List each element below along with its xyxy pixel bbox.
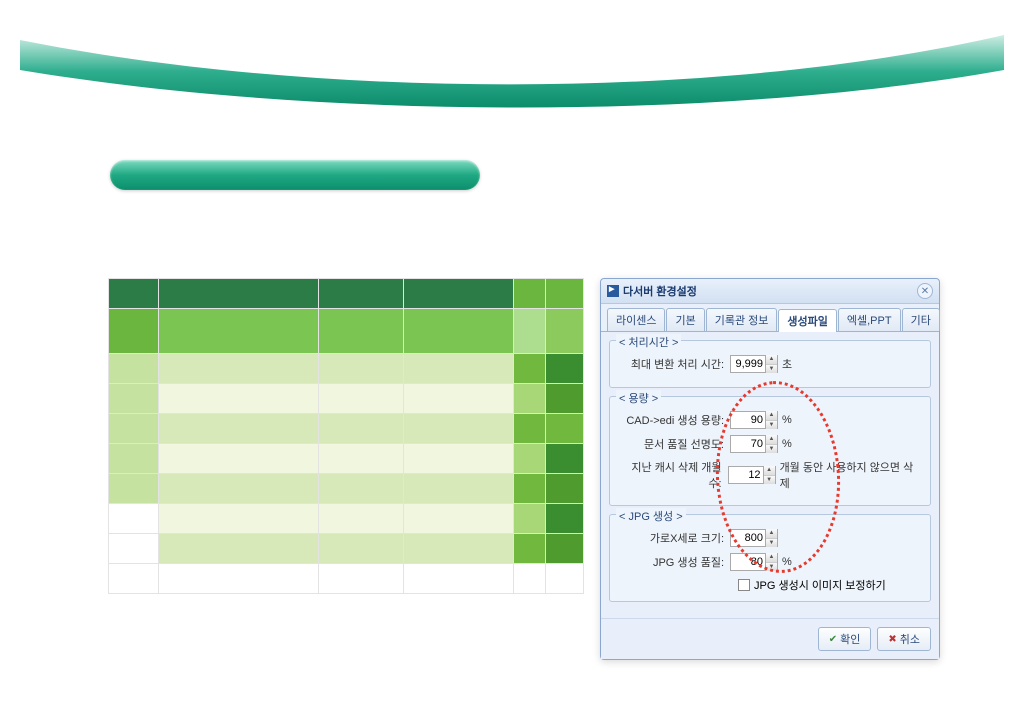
input-jpg-size[interactable]	[731, 532, 765, 544]
label-cad: CAD->edi 생성 용량:	[620, 412, 730, 428]
label-cache-months: 지난 캐시 삭제 개월수:	[620, 459, 728, 491]
tab-license[interactable]: 라이센스	[607, 308, 665, 331]
spinner-doc-quality[interactable]: ▲▼	[730, 435, 778, 453]
unit-percent: %	[782, 438, 792, 450]
spinner-cad[interactable]: ▲▼	[730, 411, 778, 429]
unit-seconds: 초	[782, 356, 792, 372]
ok-button-label: 확인	[840, 631, 860, 647]
label-jpg-size: 가로X세로 크기:	[620, 530, 730, 546]
legend-capacity: < 용량 >	[616, 390, 661, 406]
cancel-button[interactable]: ✖ 취소	[877, 627, 931, 651]
dialog-footer: ✔ 확인 ✖ 취소	[601, 618, 939, 659]
tab-other[interactable]: 기타	[902, 308, 940, 331]
header-swoosh	[20, 30, 1004, 110]
spin-up-icon[interactable]: ▲	[766, 553, 777, 563]
close-button[interactable]: ✕	[917, 283, 933, 299]
check-icon: ✔	[829, 634, 837, 645]
spinner-jpg-size[interactable]: ▲▼	[730, 529, 778, 547]
fieldset-processing-time: < 처리시간 > 최대 변환 처리 시간: ▲ ▼ 초	[609, 340, 931, 388]
dialog-titlebar: 다서버 환경설정 ✕	[601, 279, 939, 304]
fieldset-capacity: < 용량 > CAD->edi 생성 용량: ▲▼ % 문서 품질 선명도: ▲…	[609, 396, 931, 506]
dialog-body: < 처리시간 > 최대 변환 처리 시간: ▲ ▼ 초 < 용량 > CAD->…	[601, 332, 939, 618]
spin-up-icon[interactable]: ▲	[766, 435, 777, 445]
cancel-button-label: 취소	[900, 631, 920, 647]
legend-processing: < 처리시간 >	[616, 334, 681, 350]
spinner-jpg-quality[interactable]: ▲▼	[730, 553, 778, 571]
spin-down-icon[interactable]: ▼	[766, 539, 777, 548]
dialog-title-text: 다서버 환경설정	[623, 283, 697, 299]
label-doc-quality: 문서 품질 선명도:	[620, 436, 730, 452]
unit-percent: %	[782, 414, 792, 426]
input-max-convert[interactable]	[731, 358, 765, 370]
spin-up-icon[interactable]: ▲	[766, 411, 777, 421]
spinner-max-convert[interactable]: ▲ ▼	[730, 355, 778, 373]
input-cad[interactable]	[731, 414, 765, 426]
checkbox-jpg-correction[interactable]	[738, 579, 750, 591]
fieldset-jpg: < JPG 생성 > 가로X세로 크기: ▲▼ JPG 생성 품질: ▲▼ % …	[609, 514, 931, 602]
tab-archive-info[interactable]: 기록관 정보	[706, 308, 778, 331]
label-max-convert: 최대 변환 처리 시간:	[620, 356, 730, 372]
spin-down-icon[interactable]: ▼	[766, 365, 777, 374]
spin-down-icon[interactable]: ▼	[766, 445, 777, 454]
unit-percent: %	[782, 556, 792, 568]
label-jpg-quality: JPG 생성 품질:	[620, 554, 730, 570]
checkbox-label-jpg-correction: JPG 생성시 이미지 보정하기	[754, 577, 886, 593]
ok-button[interactable]: ✔ 확인	[818, 627, 872, 651]
cache-suffix-text: 개월 동안 사용하지 않으면 삭제	[780, 459, 920, 491]
spin-up-icon[interactable]: ▲	[766, 355, 777, 365]
input-cache-months[interactable]	[729, 469, 763, 481]
x-icon: ✖	[888, 634, 896, 645]
section-pill	[110, 160, 480, 190]
dialog-tabs: 라이센스 기본 기록관 정보 생성파일 엑셀,PPT 기타	[601, 304, 939, 332]
spin-up-icon[interactable]: ▲	[766, 529, 777, 539]
spin-down-icon[interactable]: ▼	[764, 476, 775, 485]
tab-generated-file[interactable]: 생성파일	[778, 309, 836, 332]
settings-dialog: 다서버 환경설정 ✕ 라이센스 기본 기록관 정보 생성파일 엑셀,PPT 기타…	[600, 278, 940, 660]
spin-up-icon[interactable]: ▲	[764, 466, 775, 476]
spin-down-icon[interactable]: ▼	[766, 421, 777, 430]
play-icon	[607, 285, 619, 297]
spin-down-icon[interactable]: ▼	[766, 563, 777, 572]
spinner-cache-months[interactable]: ▲▼	[728, 466, 776, 484]
tab-basic[interactable]: 기본	[666, 308, 704, 331]
tab-excel-ppt[interactable]: 엑셀,PPT	[838, 308, 901, 331]
input-doc-quality[interactable]	[731, 438, 765, 450]
legend-jpg: < JPG 생성 >	[616, 508, 686, 524]
input-jpg-quality[interactable]	[731, 556, 765, 568]
close-icon: ✕	[921, 286, 929, 297]
color-grid-table	[108, 278, 584, 594]
